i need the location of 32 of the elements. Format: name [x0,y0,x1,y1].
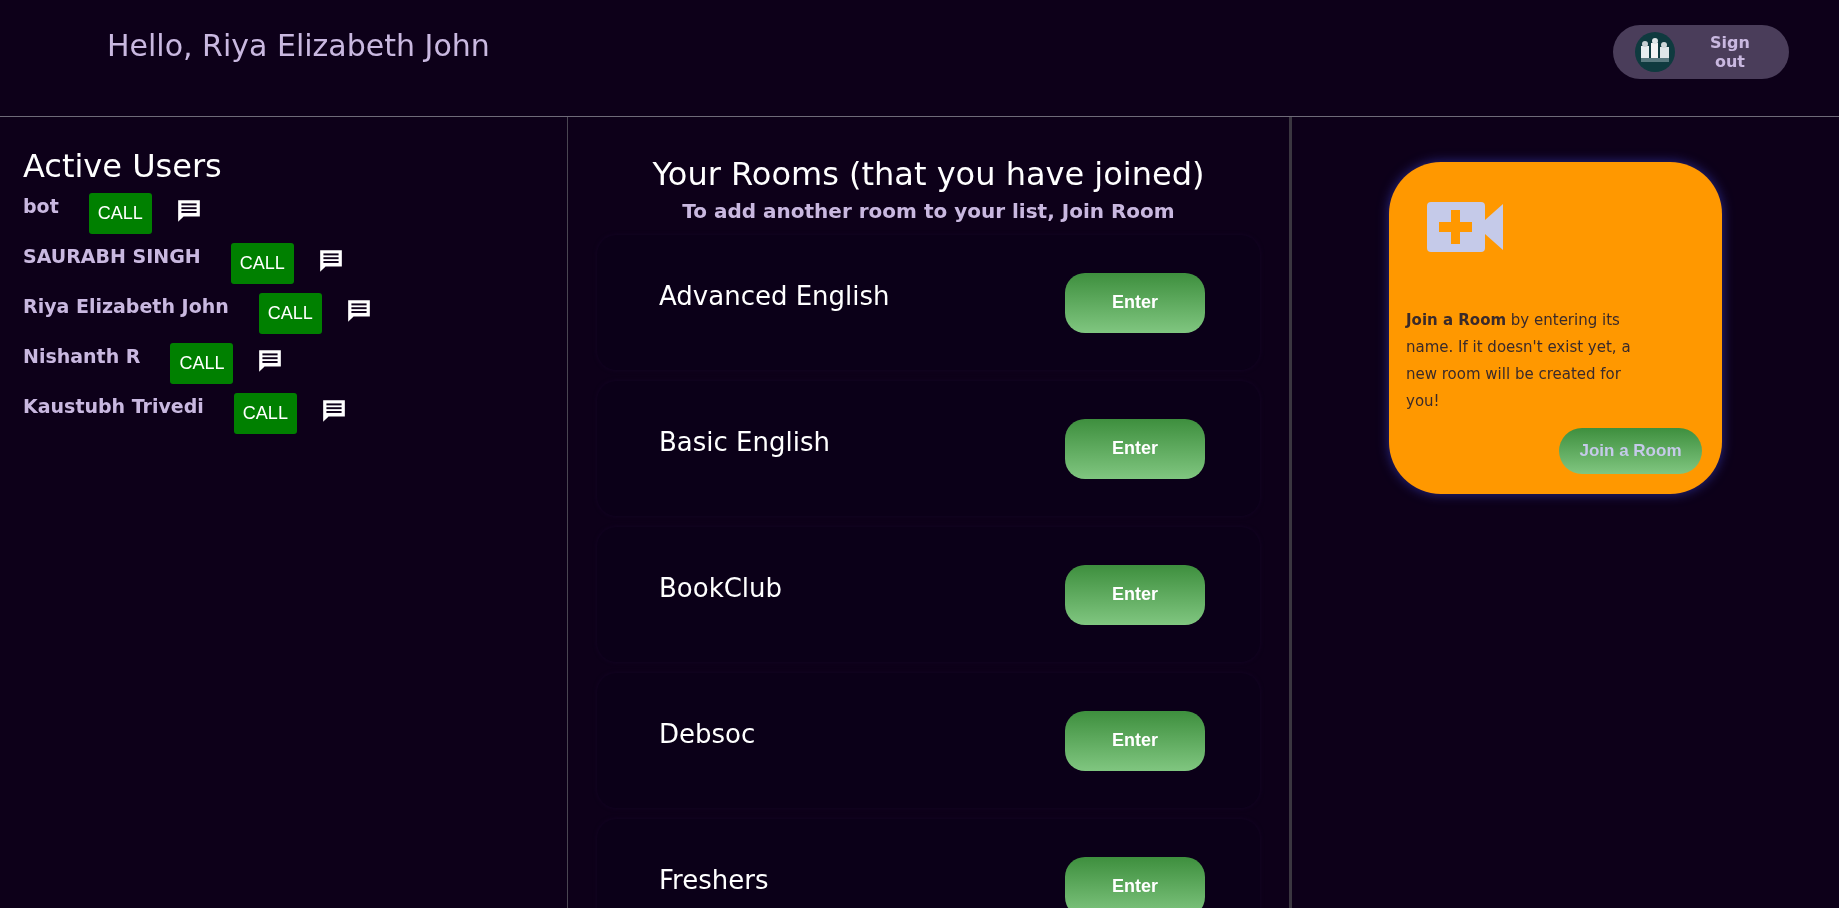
chat-icon[interactable] [320,398,347,424]
call-button[interactable]: CALL [88,193,152,234]
enter-button[interactable]: Enter [1065,272,1205,333]
room-name: Advanced English [659,280,890,311]
user-name: SAURABH SINGH [23,245,201,267]
chat-icon[interactable] [257,348,284,374]
room-name: Debsoc [659,718,756,749]
user-name: bot [23,195,59,217]
enter-button[interactable]: Enter [1065,418,1205,479]
sign-out-button[interactable]: Sign out [1613,25,1789,79]
enter-button[interactable]: Enter [1065,856,1205,908]
enter-button[interactable]: Enter [1065,710,1205,771]
chat-icon[interactable] [175,198,202,224]
call-button[interactable]: CALL [170,343,234,384]
chat-icon[interactable] [345,298,372,324]
call-button[interactable]: CALL [258,293,322,334]
user-name: Nishanth R [23,345,141,367]
room-name: BookClub [659,572,783,603]
room-name: Freshers [659,864,769,895]
section-title: Your Rooms (that you have joined) [652,155,1205,193]
user-name: Riya Elizabeth John [23,295,229,317]
room-name: Basic English [659,426,830,457]
section-subtitle: To add another room to your list, Join Room [682,199,1175,223]
chat-icon[interactable] [317,248,344,274]
video-camera-plus-icon [1427,202,1503,252]
call-button[interactable]: CALL [233,393,297,434]
call-button[interactable]: CALL [230,243,294,284]
section-title: Active Users [23,147,223,185]
enter-button[interactable]: Enter [1065,564,1205,625]
card-description: Join a Room by entering its name. If it doesn't exist yet, a new room will be created for you! [1406,310,1632,412]
user-name: Kaustubh Trivedi [23,395,204,417]
greeting-title: Hello, Riya Elizabeth John [107,28,490,63]
